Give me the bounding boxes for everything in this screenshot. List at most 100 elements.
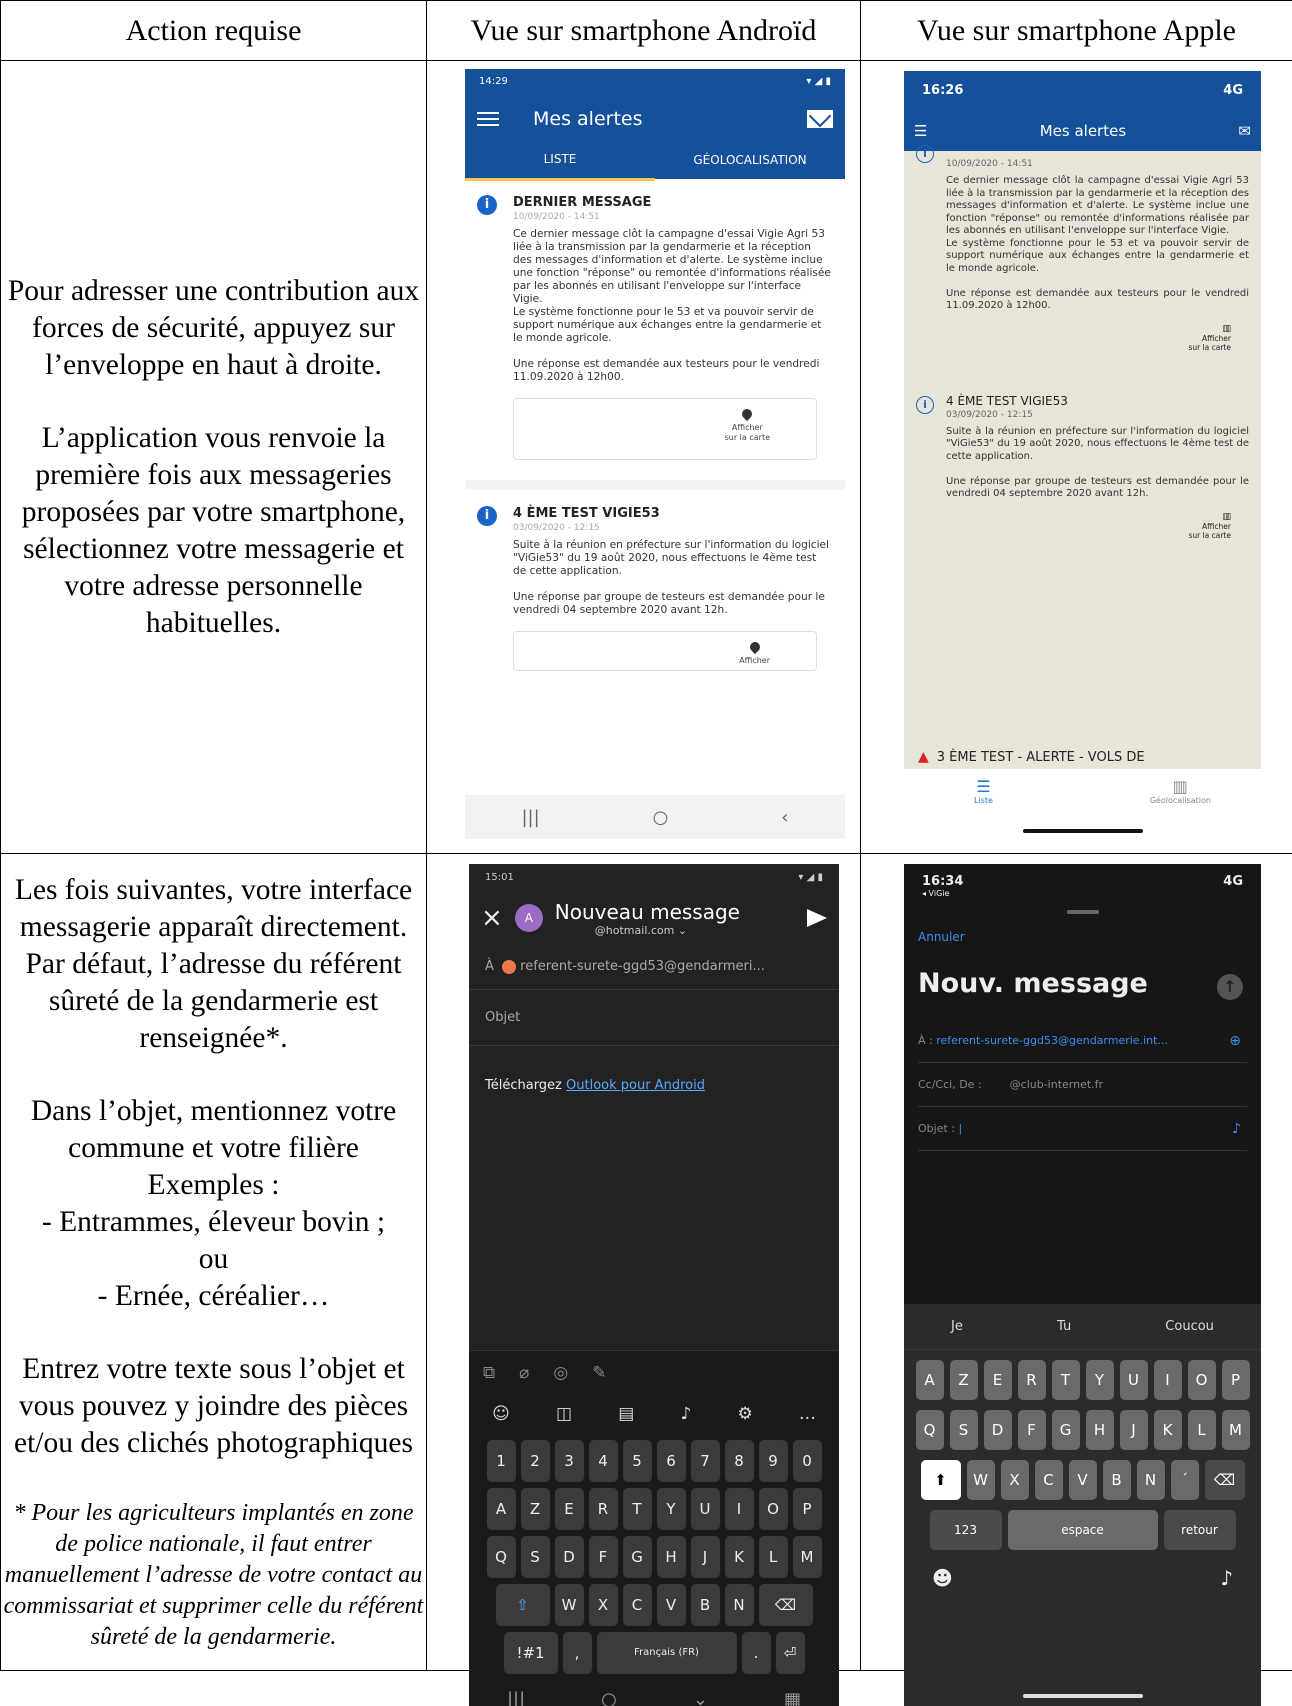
key[interactable]: H bbox=[657, 1536, 686, 1578]
key[interactable]: N bbox=[1137, 1460, 1165, 1500]
menu-icon[interactable] bbox=[477, 112, 499, 126]
key[interactable]: A bbox=[487, 1488, 516, 1530]
back-to-app[interactable]: ◂ ViGie bbox=[922, 889, 963, 898]
key[interactable]: Y bbox=[1086, 1360, 1114, 1400]
key[interactable]: Q bbox=[916, 1410, 944, 1450]
to-field[interactable]: À referent-surete-ggd53@gendarmeri... bbox=[469, 944, 839, 990]
outlook-link[interactable]: Outlook pour Android bbox=[566, 1078, 705, 1093]
suggestion[interactable]: Tu bbox=[1057, 1304, 1071, 1349]
mic-icon[interactable]: ♪ bbox=[1220, 1566, 1233, 1590]
key[interactable]: O bbox=[759, 1488, 788, 1530]
keyboard-icon[interactable]: ▦ bbox=[784, 1680, 801, 1706]
key[interactable]: M bbox=[793, 1536, 822, 1578]
key[interactable]: 8 bbox=[725, 1440, 754, 1482]
shift-icon[interactable]: ⬆ bbox=[921, 1460, 961, 1500]
sheet-grabber[interactable] bbox=[1067, 910, 1099, 914]
key[interactable]: K bbox=[1154, 1410, 1182, 1450]
envelope-icon[interactable] bbox=[807, 110, 833, 128]
sticker-icon[interactable]: ◫ bbox=[556, 1404, 572, 1424]
mic-icon[interactable]: ♪ bbox=[680, 1404, 691, 1424]
key[interactable]: P bbox=[793, 1488, 822, 1530]
recent-apps-icon[interactable]: ||| bbox=[507, 1680, 525, 1706]
cc-field[interactable]: Cc/Cci, De : @club-internet.fr bbox=[918, 1063, 1247, 1107]
key[interactable]: W bbox=[555, 1584, 584, 1626]
key[interactable]: N bbox=[725, 1584, 754, 1626]
key[interactable]: 1 bbox=[487, 1440, 516, 1482]
key[interactable]: V bbox=[1069, 1460, 1097, 1500]
key[interactable]: B bbox=[1103, 1460, 1131, 1500]
alert-title-3[interactable]: ▲3 ÈME TEST - ALERTE - VOLS DE bbox=[918, 749, 1145, 765]
key[interactable]: B bbox=[691, 1584, 720, 1626]
alert-card[interactable]: i 4 ÈME TEST VIGIE53 03/09/2020 - 12:15 … bbox=[904, 380, 1261, 550]
nav-geolocation[interactable]: ▥Géolocalisation bbox=[1150, 777, 1211, 805]
key[interactable]: A bbox=[916, 1360, 944, 1400]
key[interactable]: T bbox=[1052, 1360, 1080, 1400]
key[interactable]: K bbox=[725, 1536, 754, 1578]
key[interactable]: Z bbox=[521, 1488, 550, 1530]
numbers-key[interactable]: 123 bbox=[930, 1510, 1002, 1550]
key[interactable]: 5 bbox=[623, 1440, 652, 1482]
key[interactable]: C bbox=[623, 1584, 652, 1626]
show-on-map-button[interactable]: Affichersur la carte bbox=[513, 398, 817, 460]
key[interactable]: T bbox=[623, 1488, 652, 1530]
key[interactable]: U bbox=[1120, 1360, 1148, 1400]
show-on-map-button[interactable]: ▥Affichersur la carte bbox=[916, 513, 1231, 540]
add-contact-icon[interactable]: ⊕ bbox=[1229, 1019, 1241, 1063]
cancel-button[interactable]: Annuler bbox=[918, 930, 1261, 944]
comma-key[interactable]: , bbox=[563, 1632, 592, 1674]
backspace-icon[interactable]: ⌫ bbox=[1205, 1460, 1245, 1500]
attach-file-icon[interactable]: ⧉ bbox=[483, 1363, 495, 1383]
key[interactable]: 2 bbox=[521, 1440, 550, 1482]
subject-field[interactable]: Objet bbox=[469, 990, 839, 1046]
recent-apps-icon[interactable]: ||| bbox=[521, 807, 539, 828]
alert-card[interactable]: i 10/09/2020 - 14:51 Ce dernier message … bbox=[904, 151, 1261, 362]
show-on-map-button[interactable]: ▥Affichersur la carte bbox=[916, 325, 1231, 352]
period-key[interactable]: . bbox=[742, 1632, 771, 1674]
nav-list[interactable]: ☰Liste bbox=[974, 777, 993, 805]
key[interactable]: 4 bbox=[589, 1440, 618, 1482]
key[interactable]: D bbox=[984, 1410, 1012, 1450]
back-icon[interactable]: ‹ bbox=[781, 807, 788, 828]
key[interactable]: E bbox=[984, 1360, 1012, 1400]
enter-icon[interactable]: ⏎ bbox=[776, 1632, 805, 1674]
emoji-icon[interactable]: ☻ bbox=[932, 1566, 953, 1590]
key[interactable]: C bbox=[1035, 1460, 1063, 1500]
symbols-key[interactable]: !#1 bbox=[504, 1632, 558, 1674]
to-recipient[interactable]: referent-surete-ggd53@gendarmeri... bbox=[520, 959, 765, 974]
key[interactable]: E bbox=[555, 1488, 584, 1530]
key[interactable]: O bbox=[1188, 1360, 1216, 1400]
menu-icon[interactable]: ☰ bbox=[914, 122, 927, 140]
key[interactable]: P bbox=[1222, 1360, 1250, 1400]
to-recipient[interactable]: referent-surete-ggd53@gendarmerie.int... bbox=[936, 1034, 1168, 1047]
shift-icon[interactable]: ⇧ bbox=[496, 1584, 550, 1626]
key[interactable]: R bbox=[589, 1488, 618, 1530]
key[interactable]: M bbox=[1222, 1410, 1250, 1450]
key[interactable]: W bbox=[967, 1460, 995, 1500]
key[interactable]: G bbox=[1052, 1410, 1080, 1450]
bell-icon[interactable]: ♪ bbox=[1232, 1107, 1241, 1151]
subject-field[interactable]: Objet : |♪ bbox=[918, 1107, 1247, 1151]
key[interactable]: X bbox=[589, 1584, 618, 1626]
key[interactable]: ´ bbox=[1171, 1460, 1199, 1500]
key[interactable]: R bbox=[1018, 1360, 1046, 1400]
key[interactable]: 6 bbox=[657, 1440, 686, 1482]
hide-keyboard-icon[interactable]: ⌄ bbox=[693, 1680, 708, 1706]
key[interactable]: Q bbox=[487, 1536, 516, 1578]
emoji-icon[interactable]: ☺ bbox=[492, 1404, 510, 1424]
draw-icon[interactable]: ✎ bbox=[592, 1363, 606, 1383]
envelope-icon[interactable]: ✉ bbox=[1238, 122, 1251, 140]
key[interactable]: 7 bbox=[691, 1440, 720, 1482]
key[interactable]: D bbox=[555, 1536, 584, 1578]
send-icon[interactable] bbox=[807, 909, 827, 927]
space-key[interactable]: Français (FR) bbox=[597, 1632, 737, 1674]
send-arrow-icon[interactable]: ↑ bbox=[1217, 974, 1243, 1000]
more-icon[interactable]: … bbox=[799, 1404, 816, 1424]
key[interactable]: Y bbox=[657, 1488, 686, 1530]
key[interactable]: J bbox=[691, 1536, 720, 1578]
home-icon[interactable]: ○ bbox=[653, 807, 669, 828]
key[interactable]: F bbox=[1018, 1410, 1046, 1450]
paperclip-icon[interactable]: ⌀ bbox=[519, 1363, 529, 1383]
home-icon[interactable]: ○ bbox=[601, 1680, 617, 1706]
space-key[interactable]: espace bbox=[1008, 1510, 1158, 1550]
settings-icon[interactable]: ⚙ bbox=[737, 1404, 752, 1424]
